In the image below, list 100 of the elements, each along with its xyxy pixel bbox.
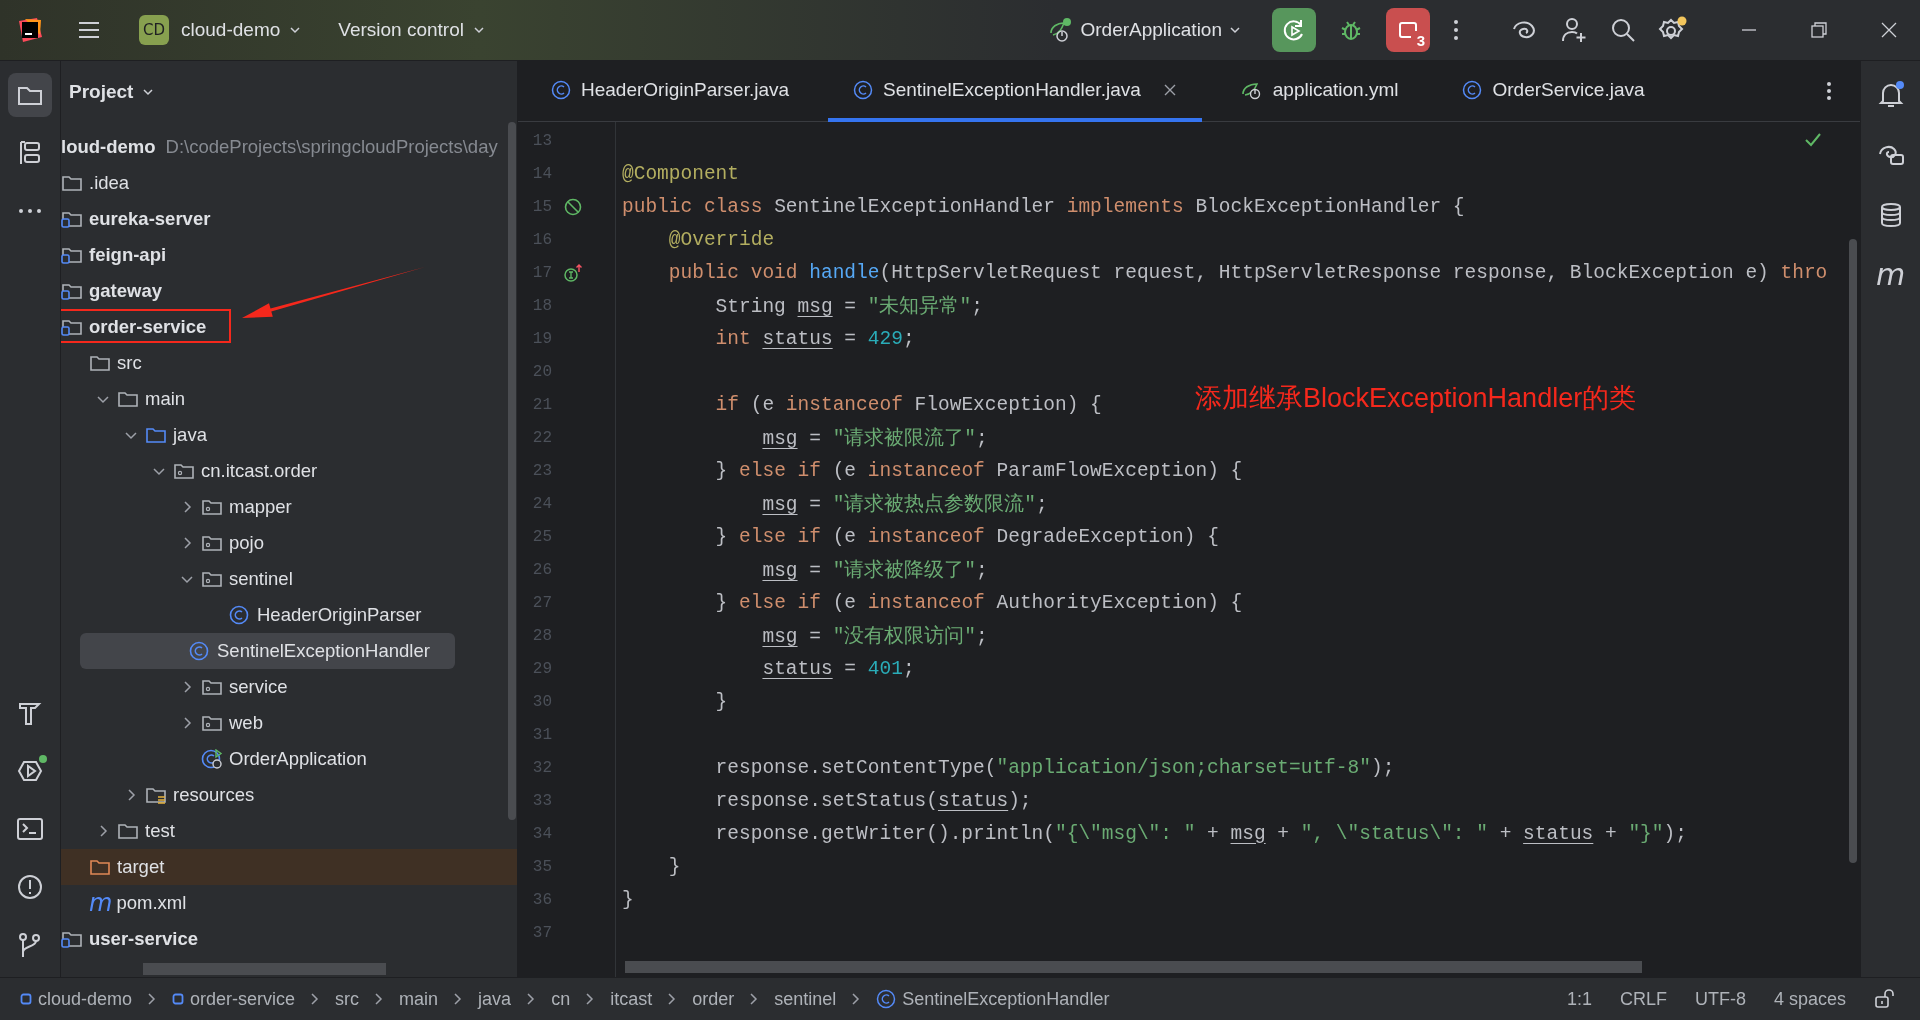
close-icon[interactable]: [1162, 82, 1177, 97]
breadcrumb[interactable]: order: [692, 988, 735, 1010]
scrollbar[interactable]: [508, 122, 516, 820]
tree-item[interactable]: resources: [61, 777, 517, 813]
tree-item[interactable]: feign-api: [61, 237, 517, 273]
status-item[interactable]: 1:1: [1566, 988, 1592, 1010]
app-logo-icon[interactable]: [17, 17, 43, 43]
lock-icon[interactable]: [1874, 989, 1896, 1009]
folder-icon: [173, 461, 195, 481]
status-item[interactable]: CRLF: [1619, 988, 1667, 1010]
tree-item[interactable]: SentinelExceptionHandler: [80, 633, 455, 669]
tree-item[interactable]: user-service: [61, 921, 517, 957]
editor-tab[interactable]: OrderService.java: [1437, 61, 1670, 122]
breadcrumb[interactable]: java: [478, 988, 512, 1010]
class-icon: [551, 79, 571, 100]
tree-item[interactable]: main: [61, 381, 517, 417]
code-line: public void handle(HttpServletRequest request, HttpServletResponse response, BlockException e) thro: [667, 261, 1828, 284]
editor-tab[interactable]: HeaderOriginParser.java: [526, 61, 815, 122]
window-icon: [1397, 19, 1419, 41]
restore-icon[interactable]: [1810, 21, 1828, 39]
tree-item[interactable]: pojo: [61, 525, 517, 561]
status-item[interactable]: UTF-8: [1694, 988, 1746, 1010]
tool-window-button[interactable]: m: [1868, 253, 1913, 297]
breadcrumb[interactable]: main: [399, 988, 439, 1010]
breadcrumb[interactable]: SentinelExceptionHandler: [876, 988, 1110, 1010]
tree-item[interactable]: OrderApplication: [61, 741, 517, 777]
folder-icon: [89, 857, 111, 877]
code-line: response.setContentType("application/json;charset=utf-8");: [714, 756, 1395, 779]
code-line: } else if (e instanceof AuthorityException) {: [714, 591, 1243, 614]
warning-icon: [15, 872, 45, 902]
module-icon: [20, 993, 32, 1005]
run-configuration-selector[interactable]: OrderApplication: [1040, 11, 1250, 49]
folder-icon: [201, 713, 223, 733]
code-line: @Component: [622, 162, 740, 185]
add-user-icon[interactable]: [1560, 16, 1588, 44]
class-icon: [876, 989, 897, 1009]
folder-icon: [201, 533, 223, 553]
tree-item[interactable]: m pom.xml: [61, 885, 517, 921]
editor-tab[interactable]: application.yml: [1215, 61, 1424, 122]
breadcrumb[interactable]: cn: [551, 988, 571, 1010]
breadcrumb[interactable]: sentinel: [774, 988, 837, 1010]
code-line: public class SentinelExceptionHandler implements BlockExceptionHandler {: [622, 195, 1465, 218]
tree-item[interactable]: sentinel: [61, 561, 517, 597]
tree-item[interactable]: .idea: [61, 165, 517, 201]
annotation-note: 添加继承BlockExceptionHandler的类: [1195, 382, 1637, 415]
class-icon: [189, 641, 211, 661]
tree-item[interactable]: loud-demo D:\codeProjects\springcloudProjects\day: [61, 129, 517, 165]
code-line: } else if (e instanceof DegradeException) {: [714, 525, 1219, 548]
breadcrumb[interactable]: cloud-demo: [20, 988, 133, 1010]
scrollbar[interactable]: [625, 961, 1642, 973]
breadcrumb[interactable]: src: [335, 988, 360, 1010]
tree-item[interactable]: cn.itcast.order: [61, 453, 517, 489]
tree-item[interactable]: service: [61, 669, 517, 705]
m-letter-icon: m: [89, 891, 113, 915]
more-icon[interactable]: [1826, 81, 1832, 101]
status-dot: [39, 755, 47, 763]
folder-icon: [201, 497, 223, 517]
implements-icon[interactable]: [563, 262, 583, 283]
project-path: D:\codeProjects\springcloudProjects\day: [165, 136, 498, 158]
code-line: response.setStatus(status);: [714, 789, 1032, 812]
bean-icon[interactable]: [563, 196, 583, 217]
breadcrumb[interactable]: order-service: [172, 988, 296, 1010]
class-icon: [1462, 79, 1483, 100]
code-line: int status = 429;: [714, 327, 915, 350]
more-icon[interactable]: [1452, 18, 1460, 42]
tool-window-button[interactable]: [8, 73, 52, 117]
module-icon: [172, 993, 185, 1005]
folder-icon: [61, 173, 83, 193]
check-icon[interactable]: [1804, 132, 1822, 148]
tree-item[interactable]: src: [61, 345, 517, 381]
tree-item[interactable]: java: [61, 417, 517, 453]
tree-item[interactable]: order-service: [61, 309, 517, 345]
editor-tab[interactable]: SentinelExceptionHandler.java: [828, 61, 1202, 122]
tree-item[interactable]: gateway: [61, 273, 517, 309]
code-line: if (e instanceof FlowException) {: [714, 393, 1102, 416]
menu-icon[interactable]: [77, 20, 101, 40]
folder-icon: [201, 569, 223, 589]
scrollbar[interactable]: [143, 963, 386, 975]
search-icon[interactable]: [1610, 17, 1636, 43]
more-icon: [18, 208, 42, 214]
code-line: msg = "请求被降级了";: [761, 558, 988, 583]
folder-icon: [89, 353, 111, 373]
status-item[interactable]: 4 spaces: [1773, 988, 1846, 1010]
version-control-menu[interactable]: Version control: [330, 13, 494, 47]
tree-item[interactable]: target: [61, 849, 517, 885]
close-icon[interactable]: [1880, 21, 1898, 39]
tree-item[interactable]: test: [61, 813, 517, 849]
tree-item[interactable]: web: [61, 705, 517, 741]
view-mode-dropdown[interactable]: Project: [63, 79, 162, 104]
workspace-dropdown[interactable]: CD cloud-demo: [131, 9, 311, 51]
scrollbar[interactable]: [1849, 239, 1857, 863]
breadcrumb[interactable]: itcast: [610, 988, 653, 1010]
tree-item[interactable]: eureka-server: [61, 201, 517, 237]
rerun-button[interactable]: [1272, 8, 1316, 52]
tree-item[interactable]: HeaderOriginParser: [61, 597, 517, 633]
stop-button[interactable]: 3: [1386, 8, 1430, 52]
running-count: 3: [1416, 33, 1425, 48]
code-line: }: [622, 888, 634, 911]
class-icon: [853, 79, 874, 100]
tree-item[interactable]: mapper: [61, 489, 517, 525]
